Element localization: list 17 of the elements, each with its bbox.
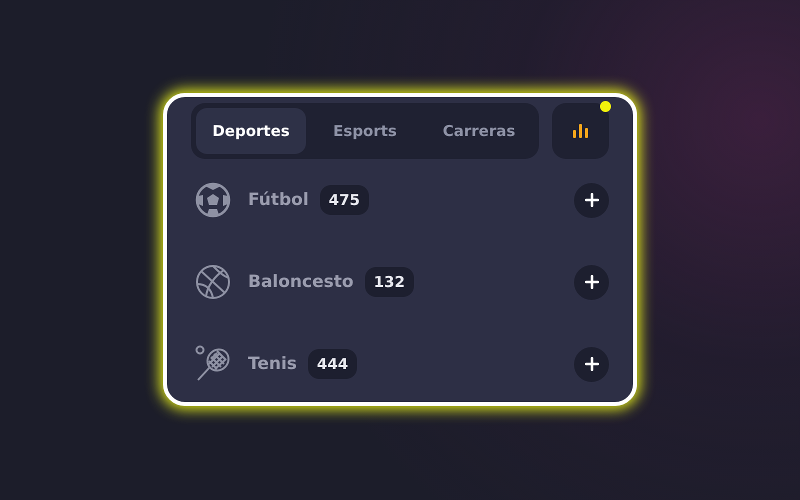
add-button[interactable] (574, 346, 609, 382)
event-count: 444 (308, 349, 358, 379)
sport-name: Baloncesto (248, 272, 354, 292)
tab[interactable]: Carreras (424, 108, 534, 154)
tab[interactable]: Esports (310, 108, 420, 154)
add-button[interactable] (574, 182, 609, 218)
basketball-icon (195, 264, 231, 300)
stats-button[interactable] (552, 103, 609, 159)
sport-name: Tenis (248, 354, 297, 374)
tennis-racket-icon (195, 345, 231, 383)
event-count: 132 (364, 267, 414, 297)
add-button[interactable] (574, 264, 609, 300)
soccer-ball-icon (195, 182, 231, 218)
sport-name: Fútbol (248, 190, 309, 210)
tab[interactable]: Deportes (196, 108, 306, 154)
bar-chart-icon (572, 124, 588, 138)
event-count: 475 (320, 185, 369, 215)
